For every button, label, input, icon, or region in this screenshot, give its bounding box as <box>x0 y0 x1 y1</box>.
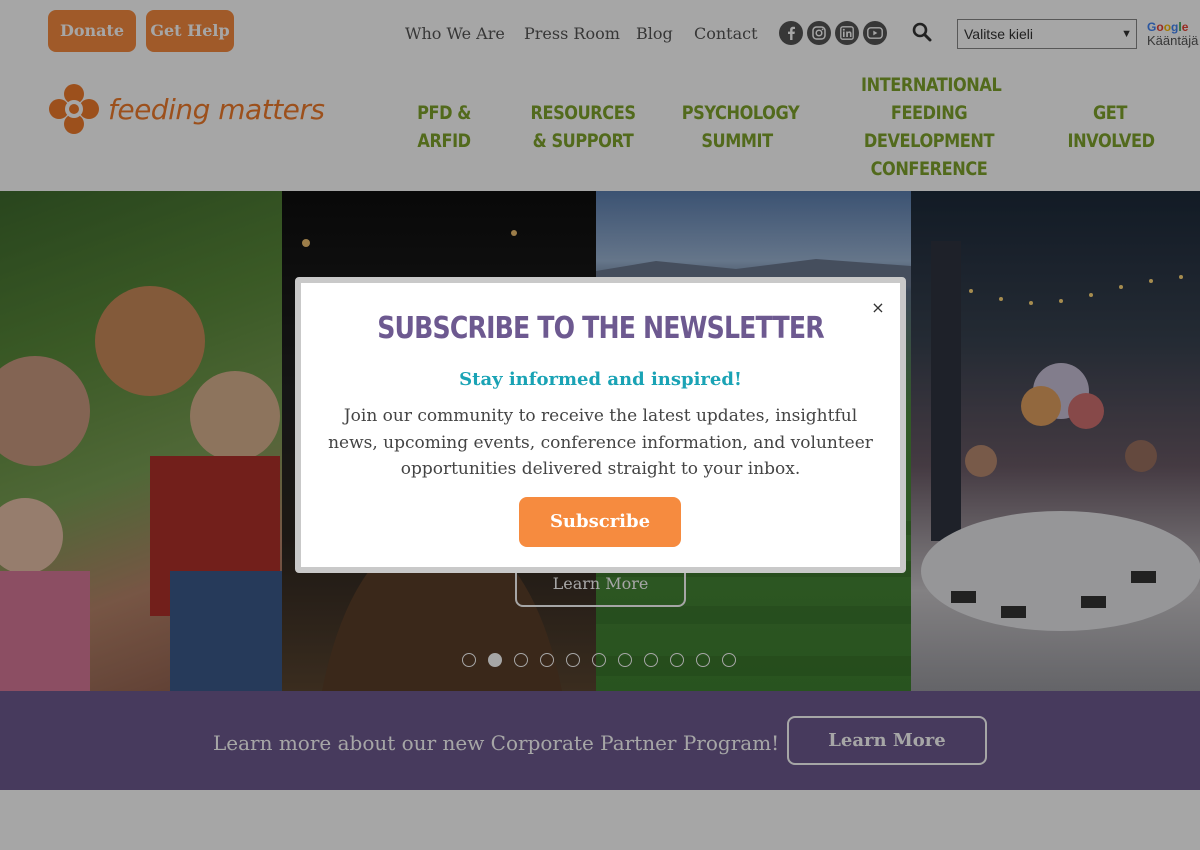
subscribe-button[interactable]: Subscribe <box>519 497 681 547</box>
modal-title: SUBSCRIBE TO THE NEWSLETTER <box>377 311 824 346</box>
modal-body-text: Join our community to receive the latest… <box>328 406 873 479</box>
newsletter-modal: × SUBSCRIBE TO THE NEWSLETTER Stay infor… <box>295 277 906 573</box>
close-icon[interactable]: × <box>868 298 888 318</box>
modal-subtitle: Stay informed and inspired! <box>459 369 742 390</box>
